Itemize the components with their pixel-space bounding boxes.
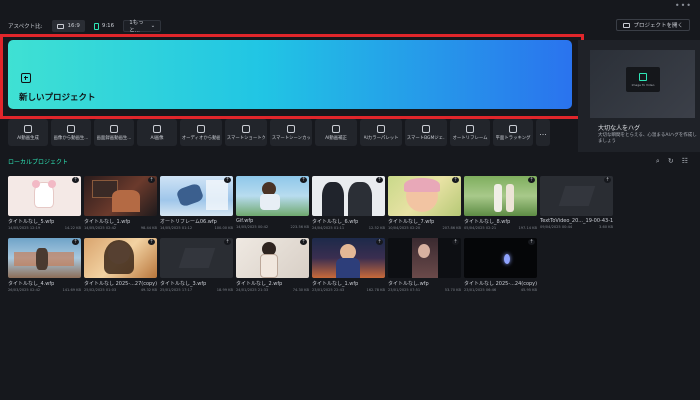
tool-strip: AI動画生成 画像から動画生... 画面録画動画生... AI画像 オーディオか… bbox=[8, 119, 550, 146]
plus-square-icon bbox=[21, 73, 31, 83]
cloud-upload-icon[interactable]: ⇡ bbox=[72, 177, 79, 183]
project-card[interactable]: ⇡ タイトルなし_4.wfp 26/03/2025 02:42 141.69 KB bbox=[8, 238, 81, 292]
project-thumbnail: ⇡ bbox=[312, 238, 385, 278]
project-card[interactable]: ⇡ タイトルなし_6.wfp 24/04/2025 01:11 12.52 KB bbox=[312, 176, 385, 230]
cloud-upload-icon[interactable]: ⇡ bbox=[148, 177, 155, 183]
folder-icon bbox=[623, 22, 631, 28]
tool-ai-video[interactable]: AI動画生成 bbox=[8, 119, 48, 146]
tool-auto-reframe[interactable]: オートリフレーム bbox=[450, 119, 490, 146]
project-thumbnail: ⇡ bbox=[8, 238, 81, 278]
chevron-down-icon: ⌄ bbox=[150, 23, 156, 29]
promo-thumb-caption: Image To Video bbox=[631, 83, 655, 87]
ai-image-icon bbox=[153, 124, 161, 133]
open-project-button[interactable]: プロジェクトを開く bbox=[616, 19, 690, 31]
audio-to-video-icon bbox=[197, 124, 205, 133]
portrait-icon bbox=[93, 22, 99, 30]
aspect-ratio-label: アスペクト比: bbox=[8, 24, 43, 30]
new-project-label: 新しいプロジェクト bbox=[19, 93, 96, 103]
tools-more-button[interactable]: ... bbox=[536, 119, 550, 146]
cloud-upload-icon[interactable]: ⇡ bbox=[224, 239, 231, 245]
project-thumbnail: ⇡ bbox=[84, 238, 157, 278]
enhance-icon bbox=[332, 124, 340, 133]
project-thumbnail: ⇡ bbox=[236, 176, 309, 216]
tool-image-to-video[interactable]: 画像から動画生... bbox=[51, 119, 91, 146]
project-thumbnail: ⇡ bbox=[236, 238, 309, 278]
tool-color-palette[interactable]: AIカラーパレット bbox=[360, 119, 402, 146]
landscape-icon bbox=[57, 23, 65, 29]
project-card[interactable]: ⇡ タイトルなし_2.wfp 24/01/2025 21:33 74.30 KB bbox=[236, 238, 309, 292]
project-thumbnail: ⇡ bbox=[160, 176, 233, 216]
project-card[interactable]: ⇡ タイトルなし_5.wfp 14/05/2025 12:19 14.22 KB bbox=[8, 176, 81, 230]
refresh-icon[interactable]: ↻ bbox=[668, 157, 674, 166]
promo-banner[interactable]: Image To Video 大切な人をハグ 大切な瞬間をとらえる、心温まるAI… bbox=[578, 40, 700, 152]
project-card[interactable]: ⇡ タイトルなし 2025-...24(copy).wfp 23/01/2025… bbox=[464, 238, 537, 292]
project-thumbnail: ⇡ bbox=[464, 238, 537, 278]
aspect-ratio-selector: アスペクト比: 16:9 9:16 1もっと... ⌄ bbox=[8, 19, 162, 34]
project-thumbnail: ⇡ bbox=[84, 176, 157, 216]
tool-scene-cut[interactable]: スマートシーンカット bbox=[270, 119, 312, 146]
cloud-upload-icon[interactable]: ⇡ bbox=[528, 239, 535, 245]
cloud-upload-icon[interactable]: ⇡ bbox=[528, 177, 535, 183]
tool-ai-image[interactable]: AI画像 bbox=[137, 119, 177, 146]
project-card[interactable]: ⇡ タイトルなし_7.wfp 10/04/2025 02:20 207.86 KB bbox=[388, 176, 461, 230]
aspect-9-16-button[interactable]: 9:16 bbox=[89, 20, 119, 32]
aspect-more-dropdown[interactable]: 1もっと... ⌄ bbox=[123, 20, 162, 34]
scissors-icon bbox=[110, 124, 118, 133]
cloud-upload-icon[interactable]: ⇡ bbox=[72, 239, 79, 245]
ai-video-icon bbox=[24, 124, 32, 133]
tool-smart-short[interactable]: スマートショートク... bbox=[225, 119, 267, 146]
project-card[interactable]: ⇡ タイトルなし_1.wfp 14/05/2025 02:42 98.44 KB bbox=[84, 176, 157, 230]
aspect-16-9-button[interactable]: 16:9 bbox=[52, 20, 85, 32]
cloud-upload-icon[interactable]: ⇡ bbox=[224, 177, 231, 183]
music-icon bbox=[422, 124, 430, 133]
tool-audio-to-video[interactable]: オーディオから動画 bbox=[180, 119, 222, 146]
project-card[interactable]: ⇡ TextToVideo_20..._19-00-43-16.wfp 09/0… bbox=[540, 176, 613, 229]
project-thumbnail: ⇡ bbox=[312, 176, 385, 216]
cloud-upload-icon[interactable]: ⇡ bbox=[376, 239, 383, 245]
promo-title: 大切な人をハグ bbox=[598, 125, 641, 132]
tool-video-enhance[interactable]: AI動画補正 bbox=[315, 119, 357, 146]
promo-description: 大切な瞬間をとらえる、心温まるAIハグを作成しましょう bbox=[598, 133, 697, 144]
tool-planar-tracking[interactable]: 平面トラッキング bbox=[493, 119, 533, 146]
top-bar: ••• bbox=[0, 0, 700, 16]
cloud-upload-icon[interactable]: ⇡ bbox=[300, 239, 307, 245]
reframe-icon bbox=[466, 124, 474, 133]
tool-screen-record[interactable]: 画面録画動画生... bbox=[94, 119, 134, 146]
project-card[interactable]: ⇡ タイトルなし_1.wfp 23/01/2025 22:43 162.78 KB bbox=[312, 238, 385, 292]
search-icon[interactable]: ⌕ bbox=[656, 157, 660, 166]
project-thumbnail: ⇡ bbox=[8, 176, 81, 216]
project-thumbnail: ⇡ bbox=[388, 238, 461, 278]
new-project-button[interactable]: 新しいプロジェクト bbox=[8, 40, 572, 109]
project-card[interactable]: ⇡ タイトルなし.wfp 23/01/2025 07:51 53.70 KB bbox=[388, 238, 461, 292]
cloud-upload-icon[interactable]: ⇡ bbox=[376, 177, 383, 183]
promo-thumbnail: Image To Video bbox=[590, 50, 695, 118]
project-thumbnail: ⇡ bbox=[464, 176, 537, 216]
cloud-upload-icon[interactable]: ⇡ bbox=[300, 177, 307, 183]
smart-short-icon bbox=[242, 124, 250, 133]
image-to-video-icon bbox=[67, 124, 75, 133]
project-card[interactable]: ⇡ タイトルなし 2025-...27(copy).wfp 25/02/2025… bbox=[84, 238, 157, 292]
promo-card: Image To Video bbox=[626, 67, 660, 92]
project-card[interactable]: ⇡ タイトルなし_3.wfp 25/01/2025 17:17 18.99 KB bbox=[160, 238, 233, 292]
scene-cut-icon bbox=[287, 124, 295, 133]
project-card[interactable]: ⇡ Gif.wfp 14/05/2025 00:42 223.56 KB bbox=[236, 176, 309, 229]
project-thumbnail: ⇡ bbox=[540, 176, 613, 216]
tool-smart-bgm[interactable]: スマートBGMジェ... bbox=[405, 119, 447, 146]
project-thumbnail: ⇡ bbox=[388, 176, 461, 216]
tracking-icon bbox=[509, 124, 517, 133]
cloud-upload-icon[interactable]: ⇡ bbox=[452, 239, 459, 245]
ellipsis-icon[interactable]: ••• bbox=[675, 1, 692, 10]
image-icon bbox=[639, 73, 647, 81]
grid-view-icon[interactable]: ☷ bbox=[682, 157, 688, 166]
local-projects-title: ローカルプロジェクト bbox=[8, 159, 69, 166]
project-card[interactable]: ⇡ タイトルなし_8.wfp 05/04/2025 02:21 197.14 KB bbox=[464, 176, 537, 230]
cloud-upload-icon[interactable]: ⇡ bbox=[604, 177, 611, 183]
cloud-upload-icon[interactable]: ⇡ bbox=[148, 239, 155, 245]
project-card[interactable]: ⇡ オートリフレーム06.wfp 14/05/2025 01:12 100.00 … bbox=[160, 176, 233, 230]
project-list-controls: ⌕ ↻ ☷ bbox=[656, 157, 688, 166]
palette-icon bbox=[377, 124, 385, 133]
cloud-upload-icon[interactable]: ⇡ bbox=[452, 177, 459, 183]
project-thumbnail: ⇡ bbox=[160, 238, 233, 278]
